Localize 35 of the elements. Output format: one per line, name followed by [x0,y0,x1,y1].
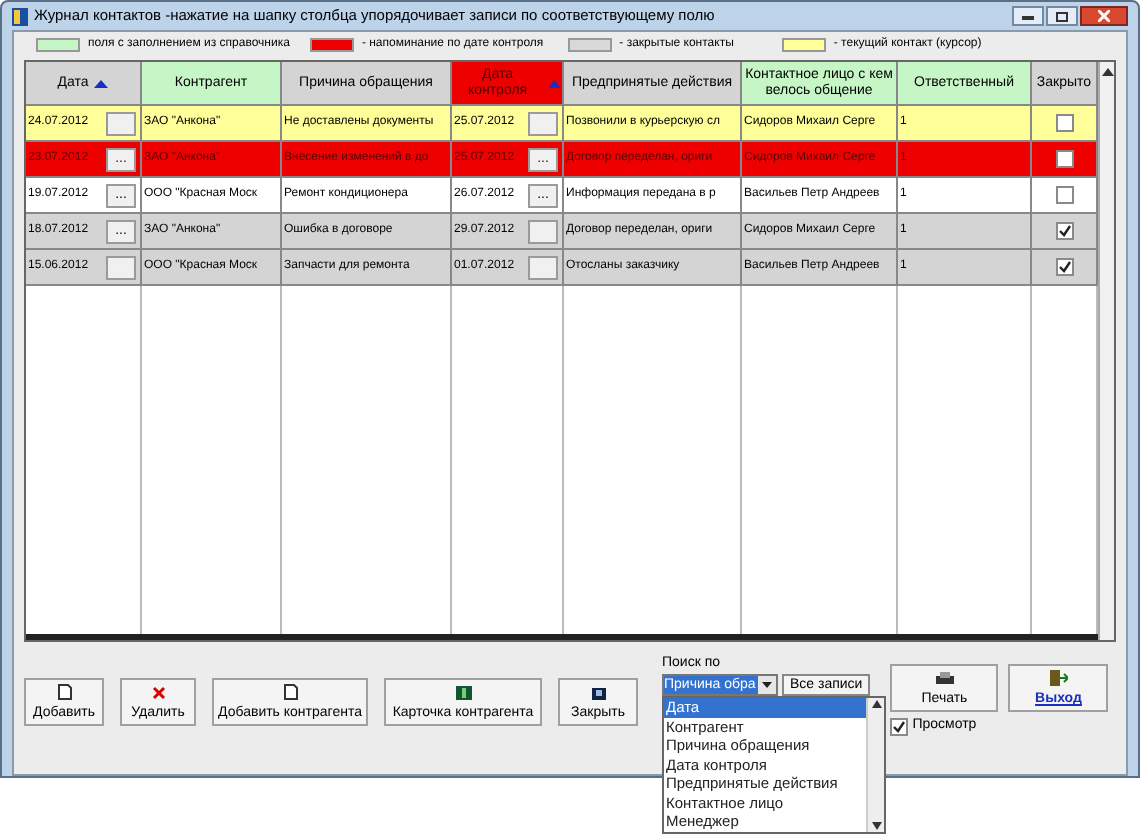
checkmark-icon [1058,224,1072,238]
checkmark-icon [1058,260,1072,274]
picker-button[interactable] [106,255,136,279]
scrollbar[interactable] [1098,62,1114,640]
picker-button[interactable] [528,111,558,135]
scroll-up-icon [871,700,881,708]
dropdown-scrollbar[interactable] [866,698,884,831]
exit-door-icon [1049,670,1068,686]
printer-icon [935,671,954,685]
maximize-icon [1056,11,1068,21]
sort-arrow-icon [94,79,109,87]
checkbox[interactable] [1056,186,1074,204]
dropdown-arrow-icon [758,676,776,694]
scroll-up-icon [1101,66,1113,78]
scroll-down-icon [871,821,881,829]
document-icon [57,684,71,700]
maximize-button[interactable] [1046,6,1078,26]
checkbox[interactable] [1056,222,1074,240]
cross-icon [151,685,165,699]
picker-button[interactable] [106,111,136,135]
checkmark-icon [892,719,907,734]
card-icon [455,685,471,699]
picker-button[interactable] [528,255,558,279]
checkbox[interactable] [1056,114,1074,132]
minimize-icon [1022,16,1034,20]
checkbox[interactable] [1056,258,1074,276]
close-button[interactable] [1080,6,1128,26]
checkbox[interactable] [890,717,909,736]
sort-arrow-icon [547,79,560,87]
book-icon [12,7,28,25]
minimize-button[interactable] [1012,6,1044,26]
document-icon [283,684,297,700]
picker-button[interactable] [528,219,558,243]
checkbox[interactable] [1056,150,1074,168]
close-icon [1098,10,1110,22]
